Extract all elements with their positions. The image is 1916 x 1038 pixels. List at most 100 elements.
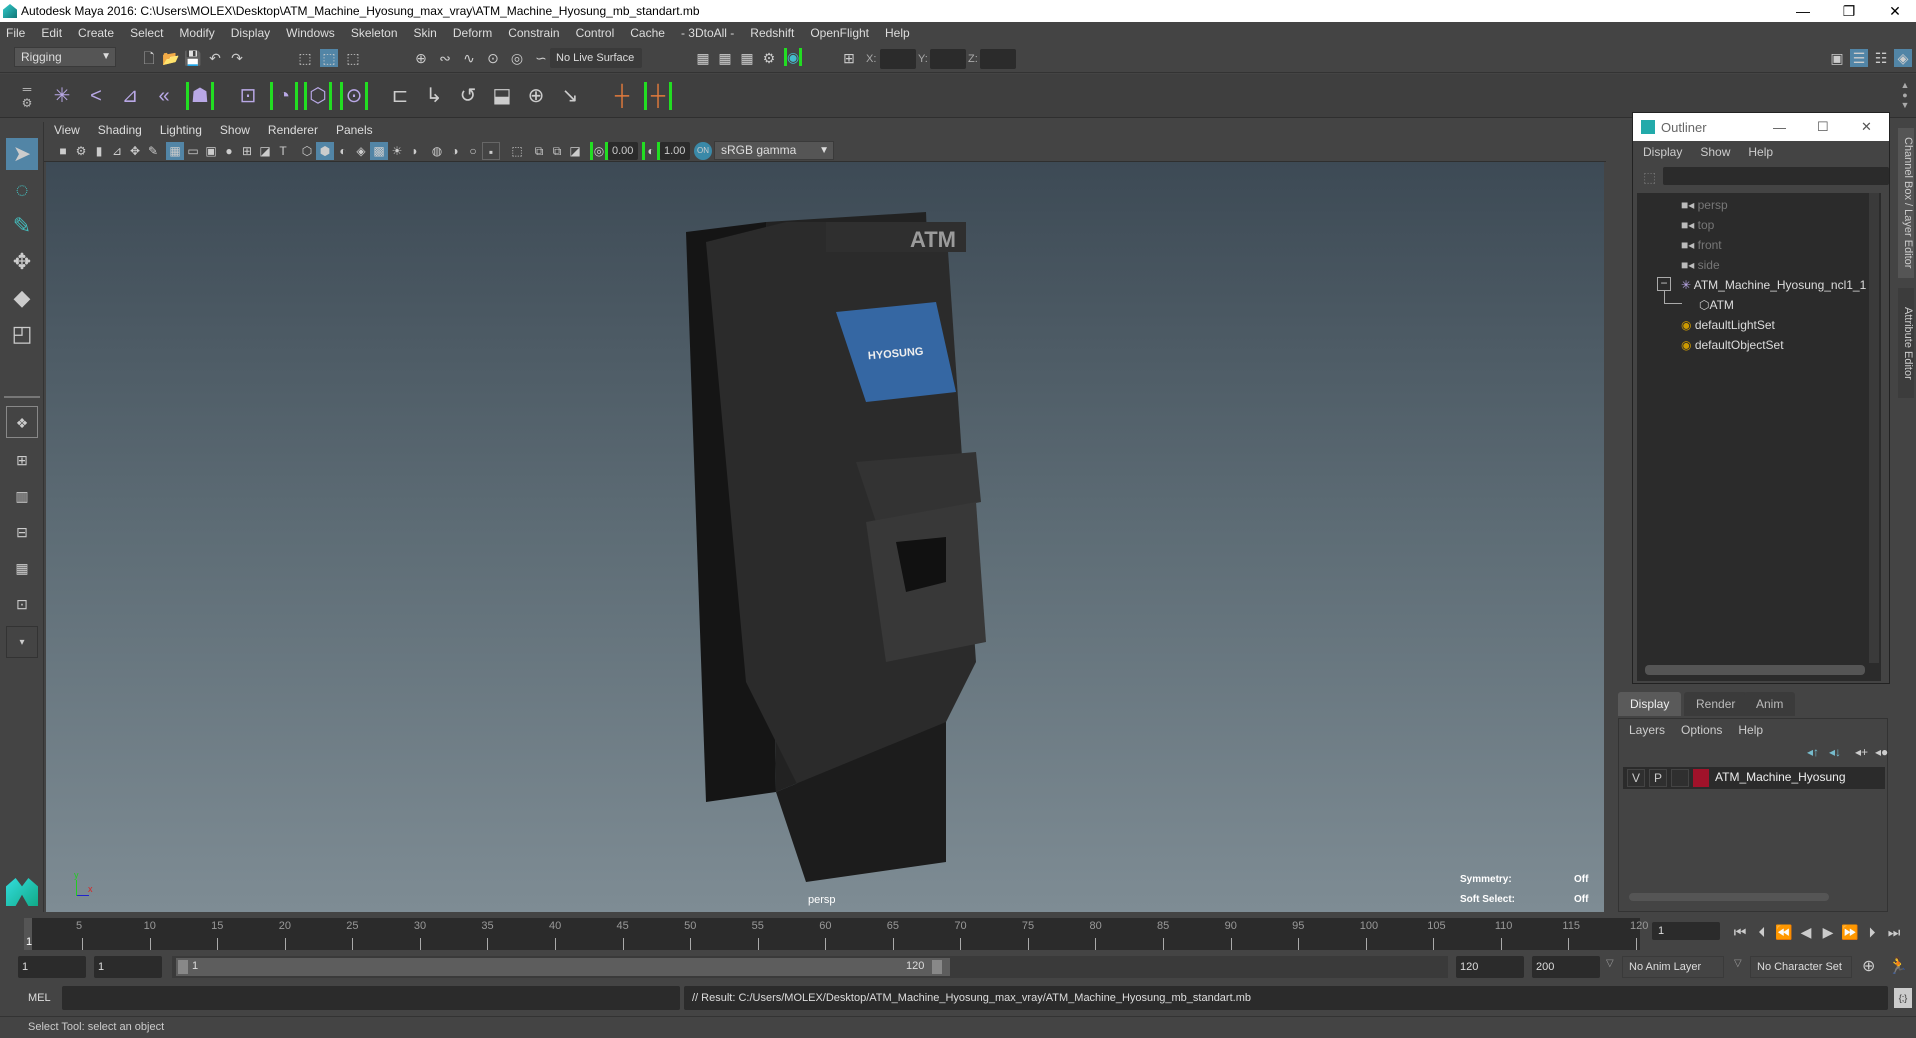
- outliner-item[interactable]: ■◂ front: [1681, 235, 1722, 255]
- script-editor-icon[interactable]: {;}: [1894, 988, 1912, 1008]
- step-back-key-icon[interactable]: ⏪: [1774, 922, 1794, 942]
- range-slider-track[interactable]: 1 120: [172, 956, 1448, 978]
- bookmark-icon[interactable]: ▮: [90, 142, 108, 160]
- z-field[interactable]: [980, 49, 1016, 69]
- menu-edit[interactable]: Edit: [41, 26, 62, 40]
- persp-outliner-layout-icon[interactable]: ▥: [6, 480, 38, 512]
- channel-box-toggle-icon[interactable]: ◈: [1894, 49, 1912, 67]
- go-to-start-icon[interactable]: ⏮: [1730, 922, 1750, 942]
- script-language-toggle[interactable]: MEL: [28, 992, 51, 1004]
- layer-visibility-toggle[interactable]: V: [1627, 769, 1645, 787]
- snap-grid-icon[interactable]: ⊕: [412, 49, 430, 67]
- menu-deform[interactable]: Deform: [453, 26, 492, 40]
- set-key-icon[interactable]: ┼: [608, 82, 636, 110]
- layout-menu-button[interactable]: ▾: [6, 626, 38, 658]
- chevron-down-icon[interactable]: ▽: [1606, 958, 1614, 969]
- depth-of-field-icon[interactable]: ▪: [482, 142, 500, 160]
- minimize-button[interactable]: —: [1780, 0, 1826, 22]
- menuset-dropdown[interactable]: Rigging ▼: [14, 47, 116, 67]
- camera-attributes-icon[interactable]: ⚙: [72, 142, 90, 160]
- layer-color-swatch[interactable]: [1693, 769, 1709, 787]
- ik-spline-icon[interactable]: ⊿: [116, 82, 144, 110]
- live-surface-field[interactable]: No Live Surface: [550, 48, 642, 68]
- layer-row[interactable]: V P ATM_Machine_Hyosung: [1623, 767, 1885, 789]
- menu-help[interactable]: Help: [885, 26, 910, 40]
- undo-icon[interactable]: ↶: [206, 49, 224, 67]
- tab-attribute-editor[interactable]: Attribute Editor: [1898, 288, 1914, 398]
- shelf-scroll-icon[interactable]: ▲ ● ▼: [1898, 80, 1912, 112]
- snap-surface-icon[interactable]: ◎: [508, 49, 526, 67]
- paint-weights-icon[interactable]: ⊡: [234, 82, 262, 110]
- film-gate-icon[interactable]: ▭: [184, 142, 202, 160]
- layer-name[interactable]: ATM_Machine_Hyosung: [1715, 770, 1846, 784]
- playback-start-field[interactable]: 1: [94, 956, 162, 978]
- menu-skeleton[interactable]: Skeleton: [351, 26, 398, 40]
- character-set-dropdown[interactable]: No Character Set: [1750, 956, 1852, 978]
- menu-3dtoall[interactable]: - 3DtoAll -: [681, 26, 734, 40]
- orient-constraint-icon[interactable]: ↺: [454, 82, 482, 110]
- outliner-menu-help[interactable]: Help: [1748, 145, 1773, 159]
- menu-control[interactable]: Control: [576, 26, 615, 40]
- outliner-minimize-button[interactable]: —: [1773, 120, 1786, 135]
- perspective-viewport[interactable]: ATM HYOSUNG y x persp Symmetry: Off Soft…: [46, 162, 1604, 912]
- tab-render[interactable]: Render: [1684, 692, 1748, 716]
- menu-skin[interactable]: Skin: [414, 26, 437, 40]
- insert-joint-icon[interactable]: «: [150, 82, 178, 110]
- snap-point-icon[interactable]: ∿: [460, 49, 478, 67]
- persp-graph-layout-icon[interactable]: ⊟: [6, 516, 38, 548]
- menu-windows[interactable]: Windows: [286, 26, 335, 40]
- single-perspective-layout-icon[interactable]: ❖: [6, 406, 38, 438]
- ik-handle-icon[interactable]: <: [82, 82, 110, 110]
- move-tool-icon[interactable]: ✥: [6, 246, 38, 278]
- restore-button[interactable]: ❐: [1826, 0, 1872, 22]
- exposure-field[interactable]: 0.00: [608, 142, 638, 160]
- bind-skin-icon[interactable]: ◔: [270, 82, 298, 110]
- layer-menu-options[interactable]: Options: [1681, 723, 1722, 737]
- ipr-render-icon[interactable]: ▦: [738, 49, 756, 67]
- grid-icon[interactable]: ▦: [166, 142, 184, 160]
- scale-tool-icon[interactable]: ◰: [6, 318, 38, 350]
- open-scene-icon[interactable]: 📂: [162, 49, 180, 67]
- input-mode-icon[interactable]: ⊞: [840, 49, 858, 67]
- grease-pencil-icon[interactable]: ✎: [144, 142, 162, 160]
- four-view-layout-icon[interactable]: ⊞: [6, 444, 38, 476]
- point-constraint-icon[interactable]: ↳: [420, 82, 448, 110]
- outliner-maximize-button[interactable]: ☐: [1817, 119, 1829, 135]
- layer-playback-toggle[interactable]: P: [1649, 769, 1667, 787]
- menu-redshift[interactable]: Redshift: [750, 26, 794, 40]
- layer-horizontal-scrollbar[interactable]: [1629, 893, 1829, 901]
- snap-curve-icon[interactable]: ∾: [436, 49, 454, 67]
- safe-action-icon[interactable]: ◪: [256, 142, 274, 160]
- hik-skeleton-icon[interactable]: ☗: [186, 82, 214, 110]
- outliner-item[interactable]: ■◂ side: [1681, 255, 1720, 275]
- menu-display[interactable]: Display: [231, 26, 270, 40]
- lattice-icon[interactable]: ⬡: [304, 82, 332, 110]
- move-layer-down-icon[interactable]: ◂↓: [1829, 745, 1841, 759]
- auto-key-icon[interactable]: ⊕: [1862, 956, 1875, 976]
- y-field[interactable]: [930, 49, 966, 69]
- outliner-item[interactable]: ◉ defaultLightSet: [1681, 315, 1775, 335]
- wireframe-icon[interactable]: ⬡: [298, 142, 316, 160]
- animation-end-field[interactable]: 200: [1532, 956, 1600, 978]
- select-camera-icon[interactable]: ■: [54, 142, 72, 160]
- collapse-toggle-icon[interactable]: −: [1657, 277, 1671, 291]
- outliner-item[interactable]: ⬡ATM: [1699, 295, 1734, 315]
- menu-create[interactable]: Create: [78, 26, 114, 40]
- render-current-icon[interactable]: ▦: [716, 49, 734, 67]
- go-to-end-icon[interactable]: ⏭: [1884, 922, 1904, 942]
- xray-active-icon[interactable]: ⧉: [548, 142, 566, 160]
- new-scene-icon[interactable]: 🗋: [140, 49, 158, 67]
- select-tool-icon[interactable]: ➤: [6, 138, 38, 170]
- viewport-menu-lighting[interactable]: Lighting: [160, 123, 202, 137]
- save-scene-icon[interactable]: 💾: [184, 49, 202, 67]
- tool-settings-icon[interactable]: ☷: [1872, 49, 1890, 67]
- joint-tool-icon[interactable]: ✳: [48, 82, 76, 110]
- outliner-item[interactable]: ■◂ top: [1681, 215, 1714, 235]
- outliner-vertical-scrollbar[interactable]: [1869, 193, 1879, 663]
- viewport-menu-renderer[interactable]: Renderer: [268, 123, 318, 137]
- range-end-handle[interactable]: [932, 960, 942, 974]
- xray-icon[interactable]: ⧉: [530, 142, 548, 160]
- isolate-select-icon[interactable]: ⬚: [508, 142, 526, 160]
- animation-preferences-icon[interactable]: 🏃: [1888, 956, 1908, 976]
- range-start-handle[interactable]: [178, 960, 188, 974]
